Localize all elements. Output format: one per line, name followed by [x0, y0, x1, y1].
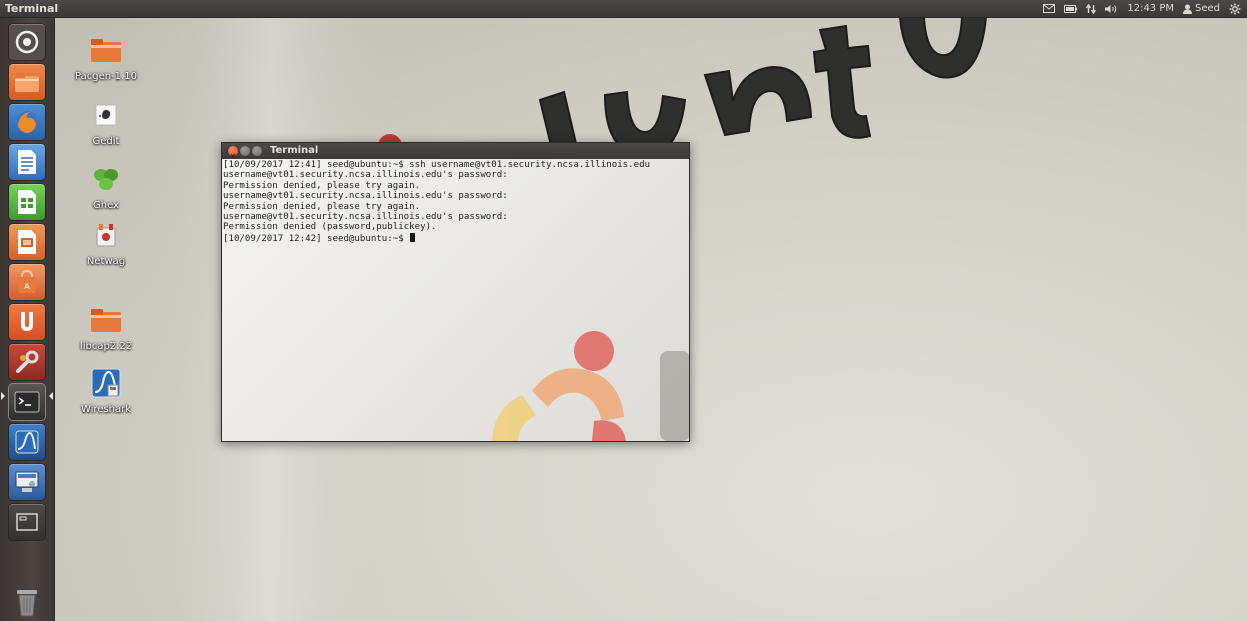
desktop-icon-gedit[interactable]: Gedit [70, 98, 142, 147]
system-settings-icon[interactable] [9, 344, 45, 380]
close-icon[interactable] [228, 146, 238, 159]
text-cursor [410, 232, 416, 242]
desktop-icon-netwag[interactable]: Netwag [70, 218, 142, 267]
netwag-icon [89, 218, 123, 252]
volume-icon[interactable] [1105, 4, 1118, 14]
trash-icon[interactable] [9, 584, 45, 620]
libreoffice-calc-icon[interactable] [9, 184, 45, 220]
desktop-icon-libcap[interactable]: libcap2.22 [70, 303, 142, 352]
active-indicator-right [49, 392, 53, 400]
ghex-icon [89, 162, 123, 196]
libreoffice-writer-icon[interactable] [9, 144, 45, 180]
files-icon[interactable] [9, 64, 45, 100]
terminal-line: username@vt01.security.ncsa.illinois.edu… [223, 170, 508, 181]
terminal-window[interactable]: Terminal [10/09/2017 12:41] seed@ubuntu:… [221, 142, 690, 442]
terminal-prompt-line[interactable]: [10/09/2017 12:42] seed@ubuntu:~$ [223, 232, 689, 244]
terminal-line: Permission denied (password,publickey). [223, 222, 437, 233]
ubuntu-one-icon[interactable] [9, 304, 45, 340]
terminal-line: Permission denied, please try again. [223, 180, 421, 191]
gear-icon[interactable] [1229, 3, 1241, 15]
desktop-icon-label: libcap2.22 [79, 341, 133, 352]
mail-icon[interactable] [1043, 4, 1056, 13]
user-icon [1183, 4, 1192, 14]
folder-icon [89, 303, 123, 337]
launcher: A [0, 18, 55, 621]
battery-icon[interactable] [1064, 4, 1078, 13]
active-indicator-left [1, 392, 5, 400]
minimize-icon[interactable] [240, 146, 250, 156]
desktop-icon-label: Ghex [93, 200, 119, 211]
terminal-line: username@vt01.security.ncsa.illinois.edu… [223, 212, 508, 223]
terminal-line: username@vt01.security.ncsa.illinois.edu… [223, 191, 508, 202]
software-center-icon[interactable]: A [9, 264, 45, 300]
desktop-icon-wireshark[interactable]: Wireshark [70, 366, 142, 415]
user-menu[interactable]: Seed [1183, 0, 1220, 17]
terminal-icon[interactable] [9, 384, 45, 420]
user-name: Seed [1195, 3, 1220, 14]
terminal-text: [10/09/2017 12:41] seed@ubuntu:~$ ssh us… [222, 159, 689, 244]
wireshark-icon [89, 366, 123, 400]
libreoffice-impress-icon[interactable] [9, 224, 45, 260]
window-titlebar[interactable]: Terminal [222, 143, 689, 159]
dash-home-icon[interactable] [9, 24, 45, 60]
top-panel: Terminal 12:43 PM Seed [0, 0, 1247, 18]
folder-icon [89, 33, 123, 67]
maximize-icon[interactable] [252, 146, 262, 156]
wireshark-icon[interactable] [9, 424, 45, 460]
desktop-window-icon[interactable] [9, 504, 45, 540]
terminal-prompt: [10/09/2017 12:42] seed@ubuntu:~$ [223, 233, 410, 244]
terminal-line: Permission denied, please try again. [223, 201, 421, 212]
gedit-icon [89, 98, 123, 132]
workspace-switcher-icon[interactable] [9, 464, 45, 500]
terminal-line: [10/09/2017 12:41] seed@ubuntu:~$ ssh us… [223, 160, 651, 170]
network-icon[interactable] [1086, 3, 1097, 14]
indicator-area: 12:43 PM Seed [1043, 0, 1241, 17]
desktop-icon-pacgen[interactable]: Pacgen-1.10 [70, 33, 142, 82]
desktop-icon-label: Pacgen-1.10 [75, 71, 137, 82]
svg-text:A: A [24, 282, 30, 291]
active-app-title: Terminal [5, 2, 59, 15]
firefox-icon[interactable] [9, 104, 45, 140]
desktop-icon-label: Netwag [86, 256, 126, 267]
desktop-icon-label: Gedit [92, 136, 120, 147]
window-title: Terminal [270, 145, 319, 156]
desktop-icon-label: Wireshark [80, 404, 132, 415]
clock-display[interactable]: 12:43 PM [1127, 0, 1174, 17]
desktop-icon-ghex[interactable]: Ghex [70, 162, 142, 211]
terminal-output[interactable]: [10/09/2017 12:41] seed@ubuntu:~$ ssh us… [222, 159, 689, 441]
